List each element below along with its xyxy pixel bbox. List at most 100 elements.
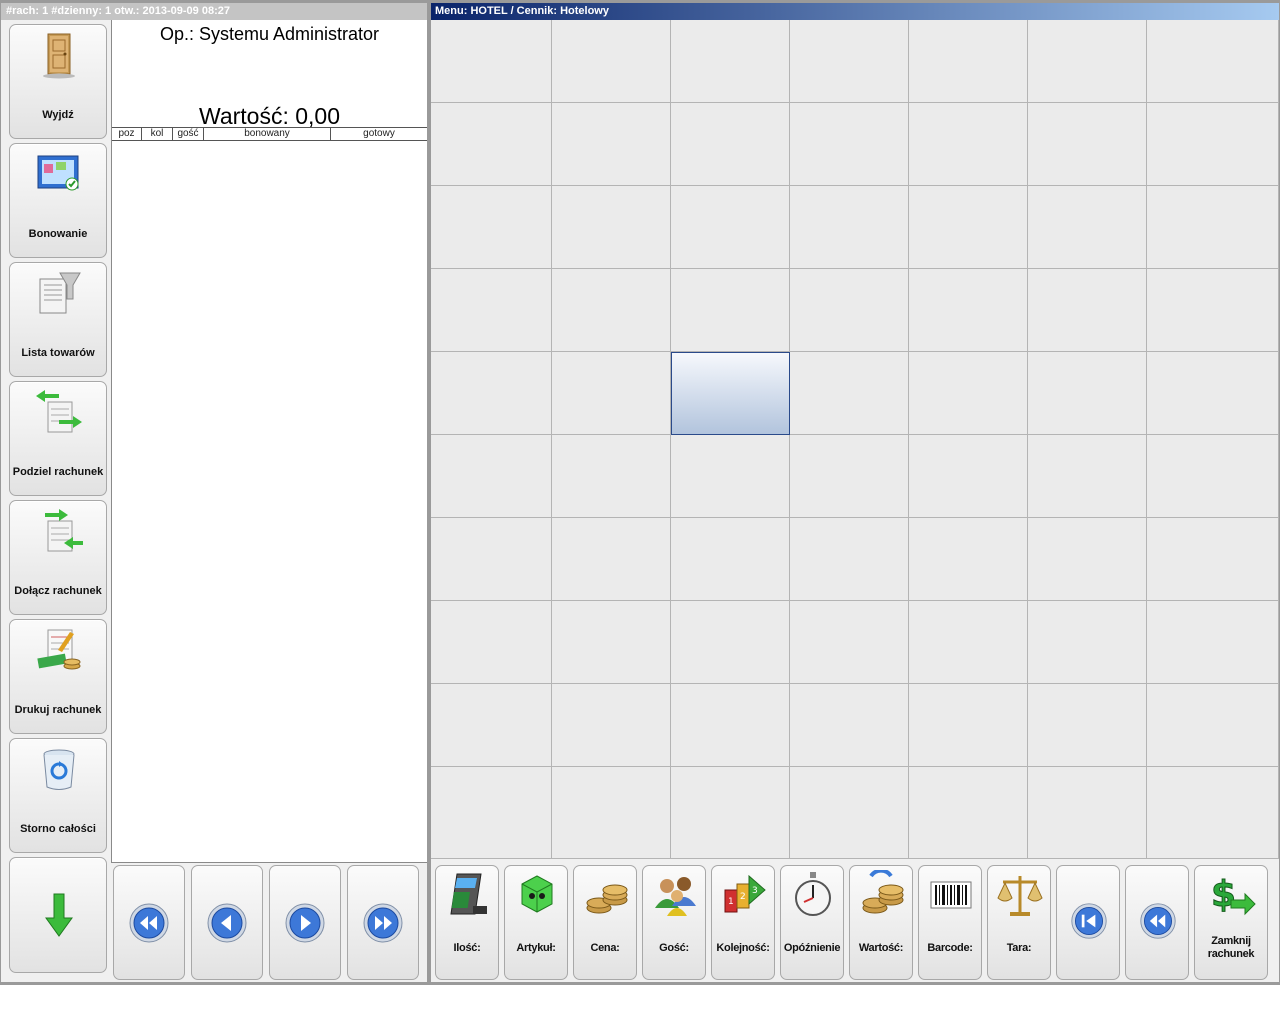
menu-grid-cell[interactable] [909, 352, 1028, 435]
menu-grid-cell[interactable] [1028, 352, 1147, 435]
menu-grid-cell[interactable] [1147, 269, 1279, 352]
menu-grid-cell[interactable] [1147, 767, 1279, 859]
menu-grid-cell[interactable] [790, 20, 909, 103]
menu-grid-cell[interactable] [790, 601, 909, 684]
product-list-button[interactable]: Lista towarów [9, 262, 107, 377]
menu-grid-cell[interactable] [1028, 601, 1147, 684]
print-bill-button[interactable]: Drukuj rachunek [9, 619, 107, 734]
menu-grid-cell[interactable] [909, 684, 1028, 767]
menu-grid-cell[interactable] [1147, 352, 1279, 435]
menu-grid-cell[interactable] [1028, 518, 1147, 601]
rewind-icon [129, 903, 169, 943]
menu-grid-cell[interactable] [909, 269, 1028, 352]
order-entry-button[interactable]: Bonowanie [9, 143, 107, 258]
menu-grid-cell[interactable] [1147, 103, 1279, 186]
svg-text:1: 1 [728, 897, 734, 907]
menu-grid-cell[interactable] [790, 684, 909, 767]
menu-grid-cell[interactable] [431, 601, 552, 684]
order-first-page-button[interactable] [113, 865, 185, 980]
menu-grid-cell[interactable] [790, 767, 909, 859]
menu-grid-cell[interactable] [671, 269, 790, 352]
order-previous-button[interactable] [191, 865, 263, 980]
menu-grid-cell[interactable] [909, 186, 1028, 269]
menu-grid-cell[interactable] [431, 103, 552, 186]
menu-grid-cell[interactable] [671, 601, 790, 684]
menu-grid-cell[interactable] [552, 518, 671, 601]
menu-grid-cell[interactable] [1147, 601, 1279, 684]
rewind-icon [1140, 903, 1176, 939]
menu-grid-cell[interactable] [790, 186, 909, 269]
price-button[interactable]: Cena: [573, 865, 637, 980]
article-button[interactable]: Artykuł: [504, 865, 568, 980]
merge-bill-button[interactable]: Dołącz rachunek [9, 500, 107, 615]
quantity-button[interactable]: Ilość: [435, 865, 499, 980]
menu-grid-cell[interactable] [1028, 435, 1147, 518]
menu-grid-cell[interactable] [431, 684, 552, 767]
menu-grid-cell[interactable] [671, 684, 790, 767]
barcode-button[interactable]: Barcode: [918, 865, 982, 980]
order-next-button[interactable] [269, 865, 341, 980]
exit-button[interactable]: Wyjdź [9, 24, 107, 139]
menu-grid-cell[interactable] [552, 767, 671, 859]
split-bill-button[interactable]: Podziel rachunek [9, 381, 107, 496]
void-all-button[interactable]: Storno całości [9, 738, 107, 853]
menu-grid-cell[interactable] [671, 186, 790, 269]
menu-first-page-button[interactable] [1056, 865, 1120, 980]
menu-grid-cell[interactable] [431, 767, 552, 859]
menu-grid-cell[interactable] [431, 435, 552, 518]
menu-grid-cell[interactable] [909, 20, 1028, 103]
menu-grid-cell[interactable] [909, 518, 1028, 601]
menu-grid-cell[interactable] [552, 269, 671, 352]
menu-grid-cell[interactable] [671, 20, 790, 103]
menu-grid-cell[interactable] [1147, 435, 1279, 518]
close-bill-button[interactable]: $ Zamknij rachunek [1194, 865, 1268, 980]
menu-grid-cell[interactable] [671, 103, 790, 186]
menu-grid-cell[interactable] [1028, 767, 1147, 859]
menu-grid-cell[interactable] [552, 103, 671, 186]
menu-grid-cell[interactable] [671, 767, 790, 859]
guest-button[interactable]: Gość: [642, 865, 706, 980]
menu-grid-cell[interactable] [1147, 518, 1279, 601]
menu-grid-cell[interactable] [671, 435, 790, 518]
menu-grid-cell[interactable] [909, 601, 1028, 684]
value-button[interactable]: Wartość: [849, 865, 913, 980]
menu-grid-cell[interactable] [909, 435, 1028, 518]
order-list[interactable] [112, 141, 427, 861]
menu-grid-cell[interactable] [431, 186, 552, 269]
menu-grid-cell[interactable] [431, 518, 552, 601]
menu-grid-cell[interactable] [431, 352, 552, 435]
coins-icon [586, 884, 628, 914]
menu-grid-cell[interactable] [1028, 269, 1147, 352]
delay-button[interactable]: Opóźnienie [780, 865, 844, 980]
menu-grid-cell[interactable] [671, 352, 790, 435]
merge-bill-label: Dołącz rachunek [14, 584, 102, 597]
menu-grid-cell[interactable] [790, 352, 909, 435]
menu-grid-cell[interactable] [790, 435, 909, 518]
sequence-button[interactable]: 1 2 3 Kolejność: [711, 865, 775, 980]
menu-grid-cell[interactable] [552, 352, 671, 435]
menu-grid-cell[interactable] [552, 20, 671, 103]
menu-grid-cell[interactable] [790, 269, 909, 352]
order-last-page-button[interactable] [347, 865, 419, 980]
menu-grid-cell[interactable] [552, 684, 671, 767]
menu-grid-cell[interactable] [790, 518, 909, 601]
menu-grid-cell[interactable] [790, 103, 909, 186]
tare-button[interactable]: Tara: [987, 865, 1051, 980]
menu-rewind-button[interactable] [1125, 865, 1189, 980]
menu-grid-cell[interactable] [1028, 20, 1147, 103]
menu-grid-cell[interactable] [552, 435, 671, 518]
menu-grid-cell[interactable] [552, 186, 671, 269]
menu-grid-cell[interactable] [431, 20, 552, 103]
menu-grid-cell[interactable] [1028, 684, 1147, 767]
menu-grid-cell[interactable] [1147, 684, 1279, 767]
menu-grid-cell[interactable] [552, 601, 671, 684]
menu-grid-cell[interactable] [1028, 103, 1147, 186]
menu-grid-cell[interactable] [431, 269, 552, 352]
menu-grid-cell[interactable] [1028, 186, 1147, 269]
menu-grid-cell[interactable] [1147, 20, 1279, 103]
menu-grid-cell[interactable] [909, 767, 1028, 859]
menu-grid-cell[interactable] [909, 103, 1028, 186]
scroll-down-button[interactable] [9, 857, 107, 973]
menu-grid-cell[interactable] [1147, 186, 1279, 269]
menu-grid-cell[interactable] [671, 518, 790, 601]
